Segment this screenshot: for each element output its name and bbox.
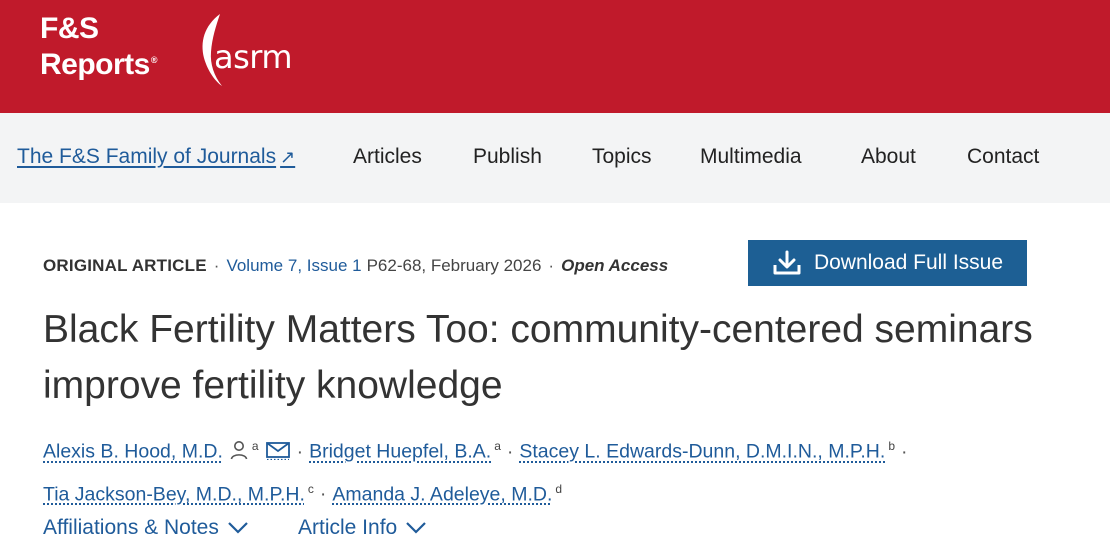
article-title: Black Fertility Matters Too: community-c…: [43, 308, 1033, 407]
affiliation-marker: b: [888, 439, 895, 453]
family-of-journals-link[interactable]: The F&S Family of Journals ↗: [17, 145, 295, 169]
logo-line-1: F&S: [40, 12, 99, 45]
author-separator: ·: [296, 440, 304, 463]
author-list: Alexis B. Hood, M.D. a · Bridget Huepfel, B…: [43, 428, 1073, 513]
open-access-label: Open Access: [561, 256, 669, 275]
family-link-label: The F&S Family of Journals: [17, 145, 277, 168]
meta-separator: ·: [213, 256, 220, 275]
nav-publish[interactable]: Publish: [473, 145, 542, 169]
nav-articles[interactable]: Articles: [353, 145, 422, 169]
affiliation-marker: c: [307, 481, 314, 496]
affiliation-marker: a: [494, 439, 501, 453]
nav-multimedia[interactable]: Multimedia: [700, 145, 802, 169]
download-full-issue-button[interactable]: Download Full Issue: [748, 240, 1027, 286]
download-label: Download Full Issue: [813, 251, 1004, 274]
article-meta: ORIGINAL ARTICLE · Volume 7, Issue 1 P62-68…: [43, 256, 668, 276]
fs-reports-logo[interactable]: F&S Reports®: [40, 12, 158, 81]
download-icon: [773, 250, 801, 275]
author-name[interactable]: Tia Jackson-Bey, M.D., M.P.H.: [43, 483, 305, 505]
logo-line-2: Reports: [40, 48, 150, 81]
external-link-arrow-icon: ↗: [280, 147, 296, 167]
nav-topics[interactable]: Topics: [592, 145, 652, 169]
volume-issue-link[interactable]: Volume 7, Issue 1: [226, 256, 361, 275]
chevron-down-icon: [228, 522, 248, 534]
nav-contact[interactable]: Contact: [967, 145, 1039, 169]
author-name[interactable]: Amanda J. Adeleye, M.D.: [332, 483, 552, 505]
author-separator: ·: [901, 440, 908, 463]
nav-about[interactable]: About: [861, 145, 916, 169]
author-name[interactable]: Stacey L. Edwards-Dunn, D.M.I.N., M.P.H.: [519, 441, 885, 463]
registered-mark: ®: [150, 55, 158, 65]
affiliation-marker: a: [251, 439, 259, 453]
pages-date: P62-68, February 2026: [366, 256, 542, 275]
email-icon[interactable]: [265, 440, 291, 460]
meta-separator: ·: [548, 256, 555, 275]
article-type: ORIGINAL ARTICLE: [43, 256, 207, 275]
affiliations-label: Affiliations & Notes: [43, 516, 219, 539]
asrm-logo[interactable]: asrm: [198, 12, 308, 88]
article-info-label: Article Info: [298, 516, 398, 539]
author-name[interactable]: Alexis B. Hood, M.D.: [43, 441, 223, 463]
person-icon[interactable]: [229, 440, 249, 460]
asrm-wordmark: asrm: [214, 38, 293, 76]
affiliation-marker: d: [555, 481, 563, 496]
chevron-down-icon: [406, 522, 426, 534]
author-separator: ·: [319, 483, 327, 505]
author-separator: ·: [506, 440, 514, 463]
author-name[interactable]: Bridget Huepfel, B.A.: [309, 441, 491, 463]
article-info-toggle[interactable]: Article Info: [298, 516, 427, 540]
affiliations-notes-toggle[interactable]: Affiliations & Notes: [43, 516, 249, 540]
brand-header: F&S Reports® asrm: [0, 0, 1110, 113]
